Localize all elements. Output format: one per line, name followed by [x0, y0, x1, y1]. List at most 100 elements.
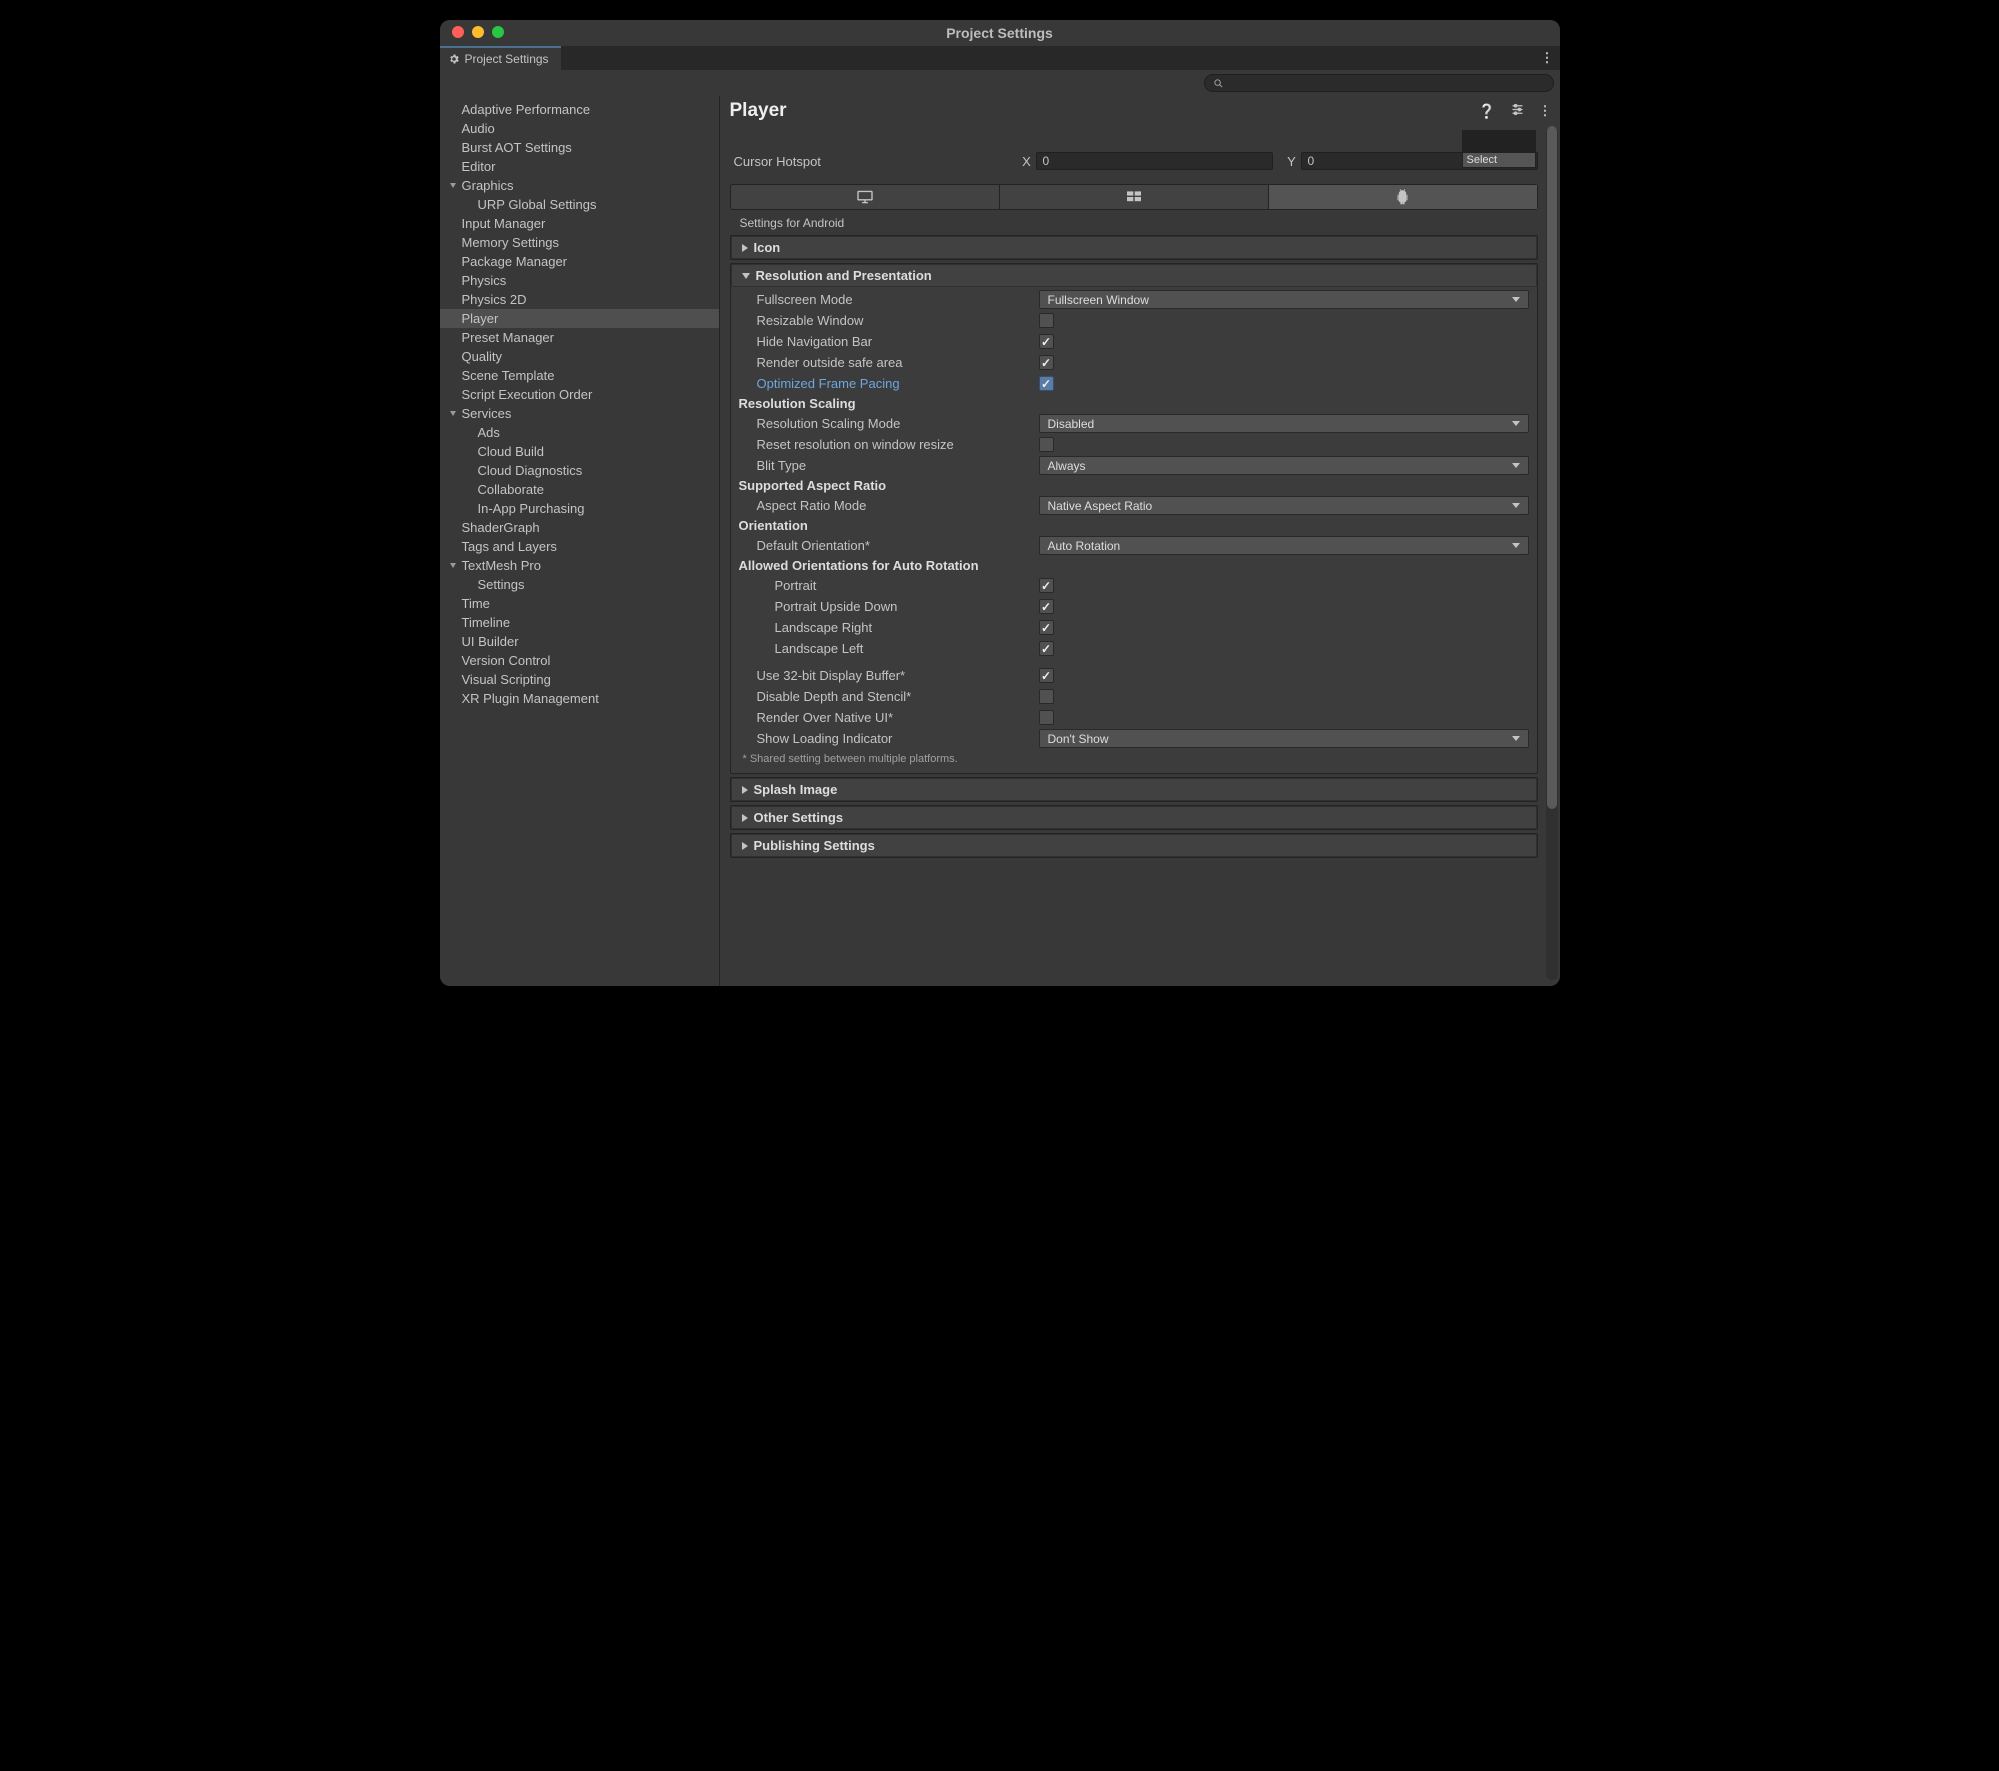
sidebar-item-shadergraph[interactable]: ShaderGraph: [440, 518, 719, 537]
fullscreen-mode-select[interactable]: Fullscreen Window: [1039, 290, 1529, 309]
render-outside-checkbox[interactable]: [1039, 355, 1054, 370]
land-r-label: Landscape Right: [739, 620, 1039, 635]
main-panel: Player ❔ ⋮ Select Cursor Hotspot X: [720, 96, 1560, 986]
sidebar-item-physics[interactable]: Physics: [440, 271, 719, 290]
res-scaling-mode-select[interactable]: Disabled: [1039, 414, 1529, 433]
aspect-mode-select[interactable]: Native Aspect Ratio: [1039, 496, 1529, 515]
portrait-label: Portrait: [739, 578, 1039, 593]
sidebar-item-script-execution-order[interactable]: Script Execution Order: [440, 385, 719, 404]
sidebar-item-cloud-diagnostics[interactable]: Cloud Diagnostics: [440, 461, 719, 480]
sidebar-item-editor[interactable]: Editor: [440, 157, 719, 176]
sidebar-item-package-manager[interactable]: Package Manager: [440, 252, 719, 271]
maximize-window-button[interactable]: [492, 26, 504, 38]
tab-project-settings[interactable]: Project Settings: [440, 46, 561, 70]
sidebar-item-label: Timeline: [462, 614, 511, 631]
chevron-right-icon: [742, 244, 748, 252]
use32-label: Use 32-bit Display Buffer*: [739, 668, 1039, 683]
platform-tab-android[interactable]: [1269, 185, 1537, 209]
sidebar-item-player[interactable]: Player: [440, 309, 719, 328]
cursor-hotspot-label: Cursor Hotspot: [730, 154, 1018, 169]
sidebar-item-collaborate[interactable]: Collaborate: [440, 480, 719, 499]
panel-icon-header[interactable]: Icon: [731, 236, 1537, 259]
sidebar-item-settings[interactable]: Settings: [440, 575, 719, 594]
portrait-checkbox[interactable]: [1039, 578, 1054, 593]
sidebar-item-adaptive-performance[interactable]: Adaptive Performance: [440, 100, 719, 119]
disable-depth-label: Disable Depth and Stencil*: [739, 689, 1039, 704]
use32-checkbox[interactable]: [1039, 668, 1054, 683]
sidebar-item-urp-global-settings[interactable]: URP Global Settings: [440, 195, 719, 214]
server-icon: [1125, 190, 1143, 204]
sidebar-item-visual-scripting[interactable]: Visual Scripting: [440, 670, 719, 689]
sidebar-item-cloud-build[interactable]: Cloud Build: [440, 442, 719, 461]
help-icon[interactable]: ❔: [1478, 103, 1495, 120]
panel-other-header[interactable]: Other Settings: [731, 806, 1537, 829]
chevron-down-icon: [450, 411, 456, 416]
panel-resolution-header[interactable]: Resolution and Presentation: [731, 264, 1537, 287]
sidebar-item-timeline[interactable]: Timeline: [440, 613, 719, 632]
render-native-checkbox[interactable]: [1039, 710, 1054, 725]
resizable-window-checkbox[interactable]: [1039, 313, 1054, 328]
tab-overflow-menu[interactable]: ⋮: [1541, 50, 1560, 66]
sidebar-item-ads[interactable]: Ads: [440, 423, 719, 442]
disable-depth-checkbox[interactable]: [1039, 689, 1054, 704]
land-r-checkbox[interactable]: [1039, 620, 1054, 635]
scrollbar-thumb[interactable]: [1547, 126, 1557, 809]
platform-tab-server[interactable]: [1000, 185, 1269, 209]
land-l-checkbox[interactable]: [1039, 641, 1054, 656]
sidebar-item-tags-and-layers[interactable]: Tags and Layers: [440, 537, 719, 556]
blit-type-select[interactable]: Always: [1039, 456, 1529, 475]
platform-tab-desktop[interactable]: [731, 185, 1000, 209]
panel-publish-title: Publishing Settings: [754, 838, 875, 853]
sidebar-item-time[interactable]: Time: [440, 594, 719, 613]
project-settings-window: Project Settings Project Settings ⋮ Adap…: [440, 20, 1560, 986]
sidebar-item-label: Quality: [462, 348, 502, 365]
portrait-ud-checkbox[interactable]: [1039, 599, 1054, 614]
hide-nav-checkbox[interactable]: [1039, 334, 1054, 349]
sidebar-item-graphics[interactable]: Graphics: [440, 176, 719, 195]
sidebar-item-label: TextMesh Pro: [462, 557, 541, 574]
opt-frame-pacing-checkbox[interactable]: [1039, 376, 1054, 391]
sidebar: Adaptive PerformanceAudioBurst AOT Setti…: [440, 96, 720, 986]
window-title: Project Settings: [946, 25, 1053, 41]
panel-publish: Publishing Settings: [730, 833, 1538, 858]
sidebar-item-audio[interactable]: Audio: [440, 119, 719, 138]
sidebar-item-memory-settings[interactable]: Memory Settings: [440, 233, 719, 252]
context-menu-icon[interactable]: ⋮: [1539, 103, 1552, 119]
sidebar-item-in-app-purchasing[interactable]: In-App Purchasing: [440, 499, 719, 518]
default-orient-select[interactable]: Auto Rotation: [1039, 536, 1529, 555]
sidebar-item-ui-builder[interactable]: UI Builder: [440, 632, 719, 651]
sidebar-item-input-manager[interactable]: Input Manager: [440, 214, 719, 233]
main-header: Player ❔ ⋮: [720, 96, 1560, 126]
cursor-x-input[interactable]: [1036, 152, 1273, 170]
panel-splash-title: Splash Image: [754, 782, 838, 797]
sidebar-item-label: Input Manager: [462, 215, 546, 232]
close-window-button[interactable]: [452, 26, 464, 38]
sidebar-item-label: Cloud Diagnostics: [478, 462, 583, 479]
sidebar-item-xr-plugin-management[interactable]: XR Plugin Management: [440, 689, 719, 708]
resizable-window-label: Resizable Window: [739, 313, 1039, 328]
panel-splash-header[interactable]: Splash Image: [731, 778, 1537, 801]
sidebar-item-physics-2d[interactable]: Physics 2D: [440, 290, 719, 309]
sidebar-item-quality[interactable]: Quality: [440, 347, 719, 366]
sidebar-item-label: Audio: [462, 120, 495, 137]
preset-icon[interactable]: [1510, 102, 1525, 120]
sidebar-item-label: Physics: [462, 272, 507, 289]
panel-publish-header[interactable]: Publishing Settings: [731, 834, 1537, 857]
cursor-texture-picker[interactable]: Select: [1462, 130, 1536, 168]
aspect-head: Supported Aspect Ratio: [739, 476, 1529, 495]
minimize-window-button[interactable]: [472, 26, 484, 38]
android-icon: [1395, 189, 1410, 205]
panel-icon-title: Icon: [754, 240, 781, 255]
search-input[interactable]: [1204, 74, 1554, 92]
loading-ind-select[interactable]: Don't Show: [1039, 729, 1529, 748]
sidebar-item-preset-manager[interactable]: Preset Manager: [440, 328, 719, 347]
sidebar-item-label: Visual Scripting: [462, 671, 551, 688]
sidebar-item-services[interactable]: Services: [440, 404, 719, 423]
sidebar-item-version-control[interactable]: Version Control: [440, 651, 719, 670]
scrollbar[interactable]: [1546, 126, 1558, 980]
sidebar-item-label: Version Control: [462, 652, 551, 669]
sidebar-item-burst-aot-settings[interactable]: Burst AOT Settings: [440, 138, 719, 157]
reset-res-checkbox[interactable]: [1039, 437, 1054, 452]
sidebar-item-scene-template[interactable]: Scene Template: [440, 366, 719, 385]
sidebar-item-textmesh-pro[interactable]: TextMesh Pro: [440, 556, 719, 575]
